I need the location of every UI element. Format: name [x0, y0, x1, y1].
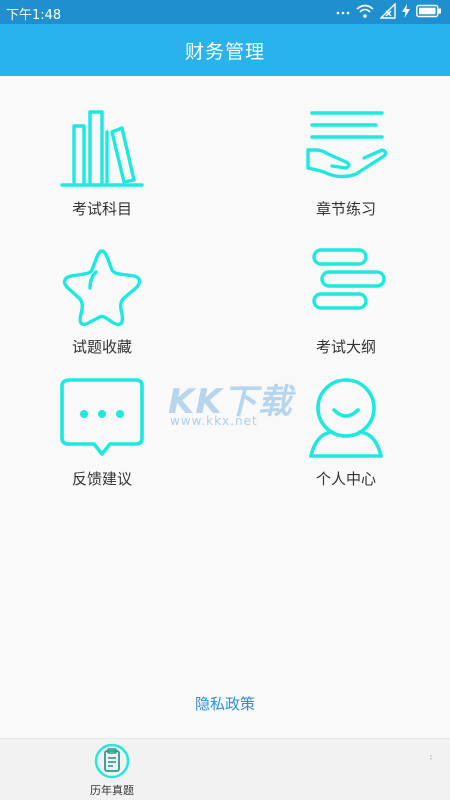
menu-item-label: 考试大纲 — [315, 338, 376, 356]
status-bar: 下午1:48 — [0, 0, 450, 24]
wifi-icon — [356, 4, 374, 18]
status-time: 下午1:48 — [6, 8, 62, 23]
star-icon — [62, 249, 142, 327]
outline-bars-icon — [312, 248, 386, 310]
watermark: KK下载 www.kkx.net — [150, 368, 310, 438]
menu-item-label: 反馈建议 — [71, 470, 132, 488]
menu-item-chapter-practice[interactable]: 章节练习 — [266, 110, 426, 230]
page-title: 财务管理 — [184, 41, 265, 63]
menu-item-label: 考试科目 — [71, 200, 132, 218]
privacy-policy-link[interactable]: 隐私政策 — [0, 693, 450, 714]
menu-item-exam-subjects[interactable]: 考试科目 — [22, 110, 182, 230]
charging-icon — [402, 4, 410, 18]
corner-mark-icon: ⠃ — [428, 755, 436, 766]
menu-item-label: 个人中心 — [315, 470, 376, 488]
menu-item-label: 章节练习 — [315, 200, 376, 218]
user-icon — [309, 378, 383, 458]
dots-icon — [336, 11, 350, 15]
signal-icon — [380, 3, 396, 19]
exam-paper-icon — [94, 743, 130, 779]
hand-lines-icon — [306, 111, 388, 179]
menu-item-label: 试题收藏 — [71, 338, 132, 356]
tab-past-exams[interactable]: 历年真题 — [82, 743, 142, 799]
battery-icon — [416, 4, 441, 18]
watermark-url: www.kkx.net — [170, 414, 258, 428]
books-icon — [60, 110, 144, 187]
menu-item-exam-outline[interactable]: 考试大纲 — [266, 248, 426, 368]
bottom-nav: 历年真题 ⠃ — [0, 738, 450, 800]
title-bar: 财务管理 — [0, 24, 450, 76]
chat-bubble-icon — [60, 378, 144, 456]
status-icons — [336, 3, 442, 19]
tab-label: 历年真题 — [90, 784, 134, 797]
menu-item-favorites[interactable]: 试题收藏 — [22, 248, 182, 368]
